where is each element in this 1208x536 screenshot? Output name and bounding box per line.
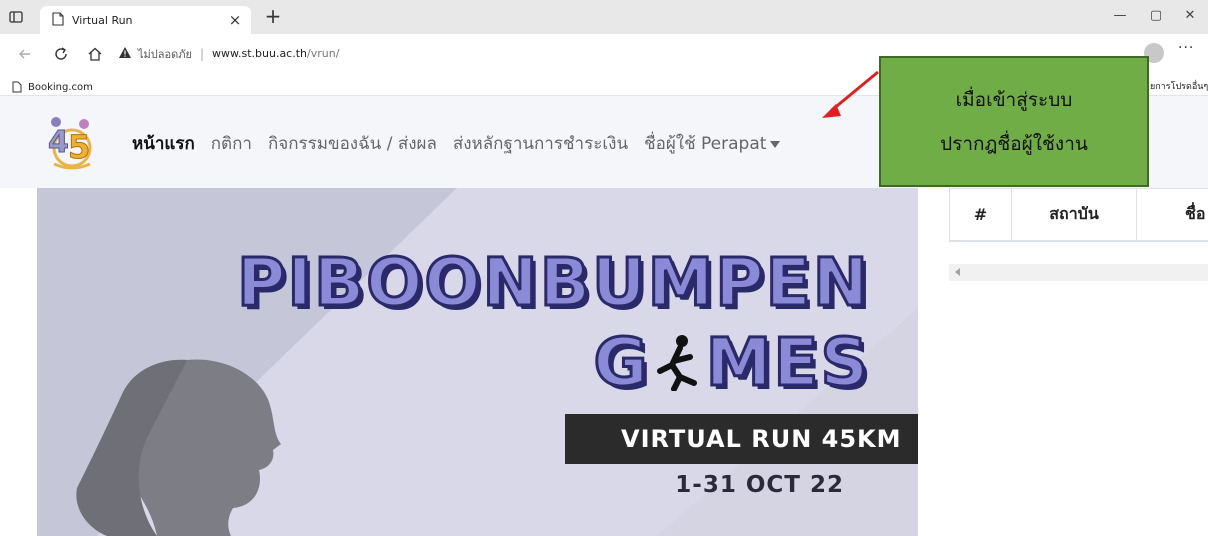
annotation-callout: เมื่อเข้าสู่ระบบ ปรากฎชื่อผู้ใช้งาน	[879, 56, 1149, 187]
home-icon[interactable]	[86, 45, 104, 63]
menu-home[interactable]: หน้าแรก	[132, 130, 195, 157]
more-menu-button[interactable]: ···	[1178, 40, 1194, 56]
caret-down-icon	[770, 140, 781, 148]
tab-title: Virtual Run	[72, 13, 133, 27]
annotation-line-2: ปรากฎชื่อผู้ใช้งาน	[940, 132, 1088, 155]
svg-text:4: 4	[48, 125, 69, 160]
page-icon	[52, 11, 64, 30]
page-icon	[12, 78, 22, 97]
tab-bar: Virtual Run × + — ▢ ✕	[0, 0, 1208, 34]
restore-button[interactable]: ▢	[1146, 8, 1166, 23]
menu-rules[interactable]: กติกา	[211, 130, 252, 157]
annotation-line-1: เมื่อเข้าสู่ระบบ	[955, 88, 1073, 111]
event-banner: PIBOONBUMPEN G MES VIRTUAL RUN 45KM 1-31 …	[37, 188, 918, 536]
banner-subtitle: VIRTUAL RUN 45KM	[621, 425, 902, 453]
banner-title-letter-g: G	[592, 323, 650, 403]
banner-title-line-2: G MES	[592, 323, 870, 403]
menu-my-activities[interactable]: กิจกรรมของฉัน / ส่งผล	[268, 130, 437, 157]
user-name-label: ชื่อผู้ใช้ Perapat	[644, 134, 767, 154]
other-favorites[interactable]: ยการโปรดอื่นๆ	[1150, 79, 1208, 93]
security-warning[interactable]: ไม่ปลอดภัย	[138, 45, 192, 63]
url-separator: |	[199, 46, 204, 61]
column-header-name[interactable]: ชื่อ	[1136, 189, 1208, 240]
new-tab-button[interactable]: +	[262, 6, 284, 26]
tab-virtual-run[interactable]: Virtual Run ×	[40, 6, 251, 34]
banner-subtitle-bar: VIRTUAL RUN 45KM	[565, 414, 918, 464]
favorite-label: Booking.com	[28, 82, 93, 93]
minimize-button[interactable]: —	[1110, 8, 1130, 23]
url-host: www.st.buu.ac.th	[212, 47, 308, 60]
column-header-number[interactable]: #	[949, 189, 1011, 240]
banner-dates: 1-31 OCT 22	[675, 472, 844, 498]
favorite-booking[interactable]: Booking.com	[12, 78, 93, 97]
scroll-left-icon[interactable]	[955, 268, 960, 276]
refresh-icon[interactable]	[52, 45, 70, 63]
menu-payment-proof[interactable]: ส่งหลักฐานการชำระเงิน	[453, 130, 628, 157]
banner-title-mes: MES	[704, 323, 870, 403]
ranking-table-header: # สถาบัน ชื่อ	[949, 188, 1208, 242]
column-header-institution[interactable]: สถาบัน	[1011, 189, 1136, 240]
url-path: /vrun/	[307, 47, 340, 60]
horizontal-scrollbar[interactable]	[949, 264, 1208, 281]
warning-icon[interactable]	[118, 44, 132, 63]
browser-window: Virtual Run × + — ▢ ✕ ไม่ปลอดภัย | www.s…	[0, 0, 1208, 536]
svg-text:5: 5	[68, 128, 90, 166]
tab-actions-icon[interactable]	[8, 9, 24, 25]
main-menu: หน้าแรก กติกา กิจกรรมของฉัน / ส่งผล ส่งห…	[132, 130, 796, 157]
site-logo[interactable]: 4 5	[40, 112, 100, 172]
back-icon[interactable]	[16, 45, 34, 63]
url-bar[interactable]: ไม่ปลอดภัย | www.st.buu.ac.th /vrun/	[118, 40, 878, 67]
menu-user-dropdown[interactable]: ชื่อผู้ใช้ Perapat	[644, 130, 781, 157]
tab-close-icon[interactable]: ×	[225, 11, 245, 29]
runner-icon	[650, 330, 706, 392]
close-button[interactable]: ✕	[1180, 8, 1200, 23]
banner-title-line-1: PIBOONBUMPEN	[236, 243, 870, 323]
